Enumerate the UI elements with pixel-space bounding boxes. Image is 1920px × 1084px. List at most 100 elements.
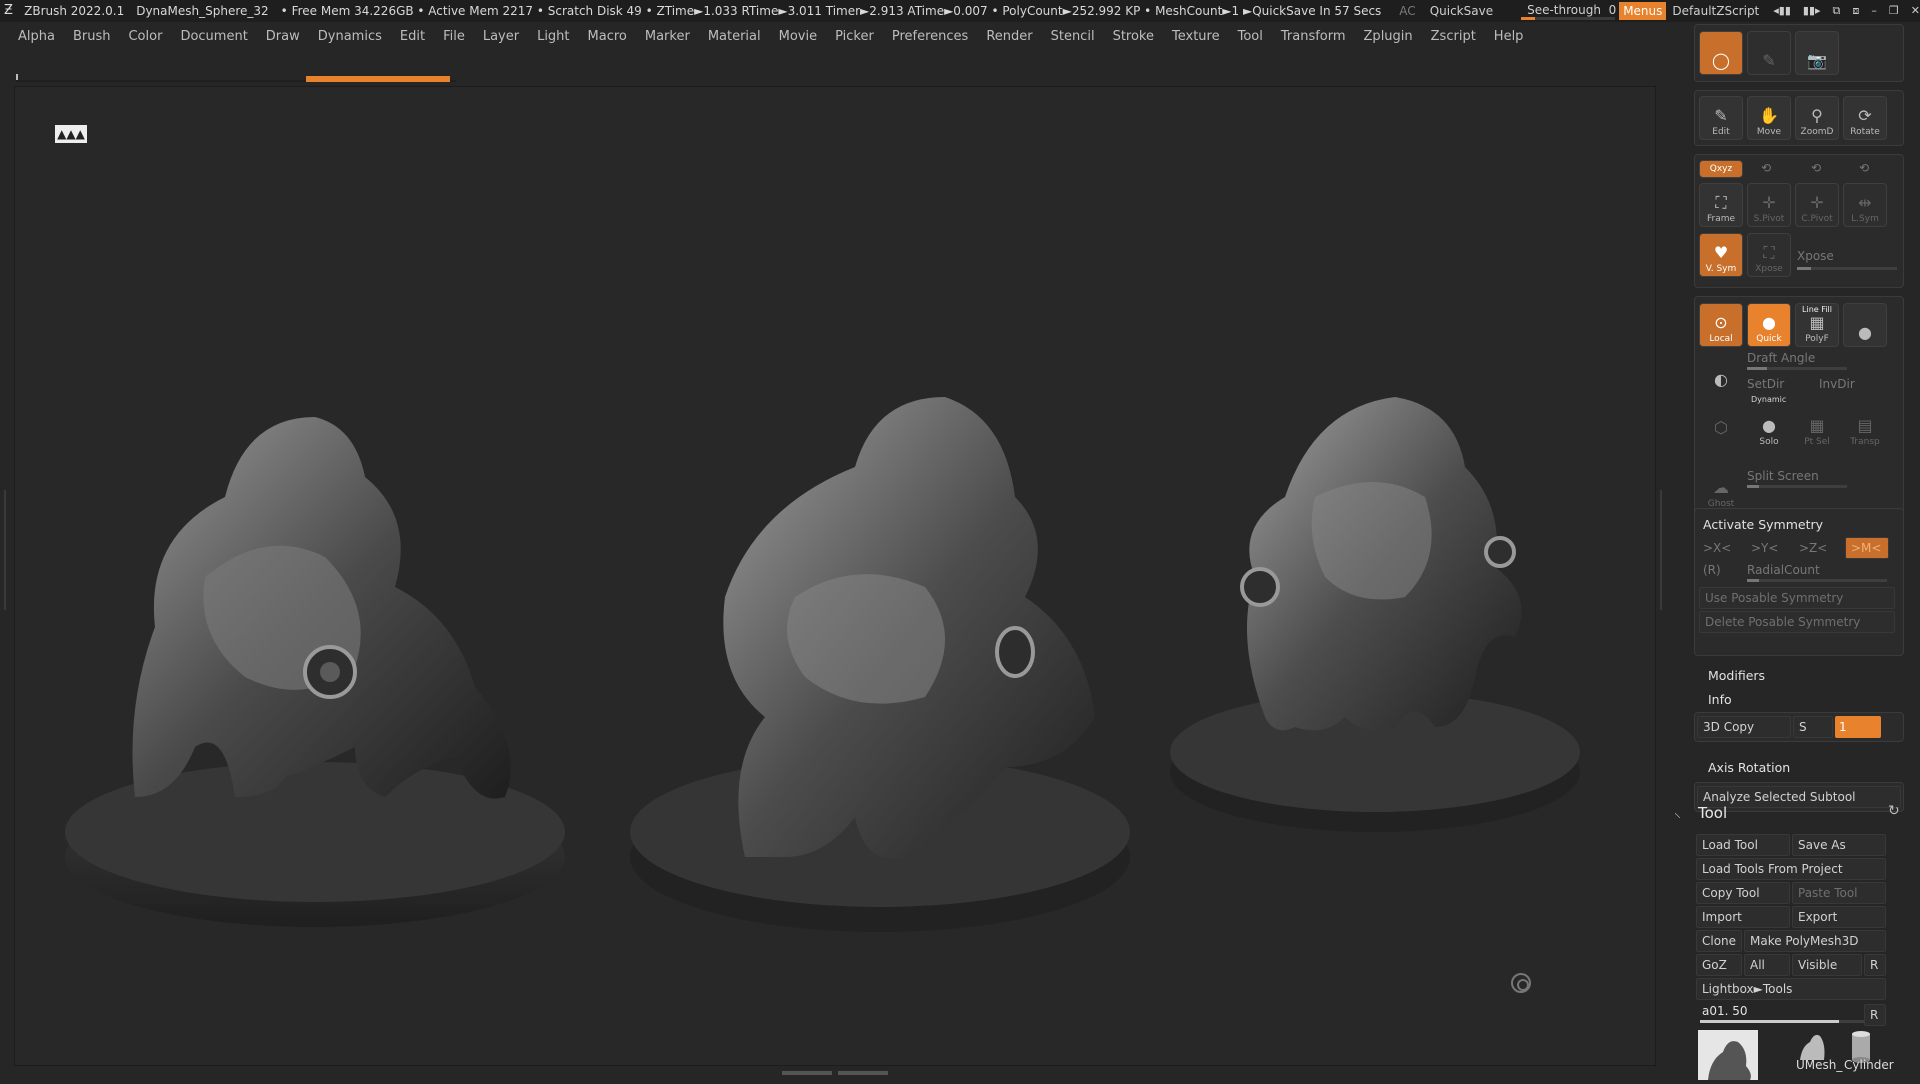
paste-tool-button[interactable]: Paste Tool (1792, 882, 1886, 904)
snapshot-button[interactable]: 📷 (1795, 31, 1839, 75)
menu-color[interactable]: Color (119, 29, 171, 44)
split-screen-slider[interactable] (1747, 485, 1847, 488)
menu-layer[interactable]: Layer (474, 29, 528, 44)
menu-transform[interactable]: Transform (1272, 29, 1355, 44)
canvas-viewport[interactable]: ▲▲▲ (14, 86, 1656, 1066)
xpose-icon-button[interactable]: ⛶ Xpose (1747, 233, 1791, 277)
left-tray-handle[interactable] (4, 490, 10, 610)
m-axis-button[interactable]: >M< (1845, 537, 1889, 559)
right-tray-handle[interactable] (1660, 490, 1666, 610)
menu-edit[interactable]: Edit (391, 29, 434, 44)
edit-z-button[interactable]: ✎ (1747, 31, 1791, 75)
default-zscript-button[interactable]: DefaultZScript (1672, 4, 1759, 18)
y-rotate-icon[interactable]: ⟲ (1761, 161, 1771, 175)
ac-button[interactable]: AC (1399, 4, 1415, 18)
import-button[interactable]: Import (1696, 906, 1790, 928)
document-tab-strip[interactable] (16, 74, 1656, 82)
navigation-target-icon[interactable] (1511, 973, 1531, 993)
menu-brush[interactable]: Brush (64, 29, 120, 44)
ptsel-button[interactable]: ▦ Pt Sel (1795, 405, 1839, 449)
activate-symmetry-button[interactable]: Activate Symmetry (1703, 517, 1823, 532)
y-axis-button[interactable]: >Y< (1751, 541, 1778, 555)
close-icon[interactable]: ✕ (1911, 4, 1920, 18)
minimize-icon[interactable]: – (1871, 4, 1877, 18)
refresh-icon[interactable]: ↻ (1888, 803, 1900, 819)
menu-zscript[interactable]: Zscript (1422, 29, 1485, 44)
zoom3d-button[interactable]: ⚲ ZoomD (1795, 96, 1839, 140)
edit-button[interactable]: ✎ Edit (1699, 96, 1743, 140)
lightbox-tools-button[interactable]: Lightbox►Tools (1696, 978, 1886, 1000)
delete-posable-symmetry-button[interactable]: Delete Posable Symmetry (1699, 611, 1895, 633)
perspective-icon[interactable]: ▲▲▲ (55, 125, 87, 143)
export-button[interactable]: Export (1792, 906, 1886, 928)
copy3d-value-field[interactable]: 1 (1835, 716, 1881, 738)
load-tool-button[interactable]: Load Tool (1696, 834, 1790, 856)
goz-visible-button[interactable]: Visible (1792, 954, 1862, 976)
menu-file[interactable]: File (434, 29, 474, 44)
sculpt-model-1[interactable] (55, 327, 575, 947)
quick-button[interactable]: ● Quick (1747, 303, 1791, 347)
lsym-button[interactable]: ⇹ L.Sym (1843, 183, 1887, 227)
transp-button[interactable]: ▤ Transp (1843, 405, 1887, 449)
save-as-button[interactable]: Save As (1792, 834, 1886, 856)
tool-r-button[interactable]: R (1864, 1004, 1886, 1026)
menu-document[interactable]: Document (171, 29, 256, 44)
info-header[interactable]: Info (1708, 692, 1732, 707)
see-through-knob[interactable] (1521, 17, 1536, 20)
radial-count-slider[interactable] (1747, 579, 1887, 582)
goz-button[interactable]: GoZ (1696, 954, 1742, 976)
menu-zplugin[interactable]: Zplugin (1355, 29, 1422, 44)
vsym-button[interactable]: ♥ V. Sym (1699, 233, 1743, 277)
x-axis-button[interactable]: >X< (1703, 541, 1731, 555)
bottom-tray-handle[interactable] (770, 1068, 900, 1076)
layout-icon[interactable]: ⧉ (1833, 4, 1841, 18)
xpose-slider[interactable] (1797, 267, 1897, 270)
menu-material[interactable]: Material (699, 29, 770, 44)
see-through-slider[interactable]: See-through 0 (1521, 2, 1616, 20)
material-sphere-button[interactable]: ● (1843, 303, 1887, 347)
s-button[interactable]: S (1793, 716, 1833, 738)
cpivot-button[interactable]: ✛ C.Pivot (1795, 183, 1839, 227)
cube-button[interactable]: ⬡ (1699, 397, 1743, 441)
menu-marker[interactable]: Marker (636, 29, 699, 44)
local-button[interactable]: ⊙ Local (1699, 303, 1743, 347)
menu-help[interactable]: Help (1485, 29, 1533, 44)
menu-alpha[interactable]: Alpha (0, 29, 64, 44)
load-tools-from-project-button[interactable]: Load Tools From Project (1696, 858, 1886, 880)
layout-prev-icon[interactable]: ◂▮▮ (1773, 4, 1791, 18)
z-rotate-icon[interactable]: ⟲ (1811, 161, 1821, 175)
restore-layout-icon[interactable]: ⧈ (1852, 4, 1859, 18)
menu-dynamics[interactable]: Dynamics (309, 29, 391, 44)
menu-stroke[interactable]: Stroke (1104, 29, 1163, 44)
menu-tool[interactable]: Tool (1229, 29, 1272, 44)
make-polymesh3d-button[interactable]: Make PolyMesh3D (1744, 930, 1886, 952)
copy3d-button[interactable]: 3D Copy (1697, 716, 1791, 738)
xyz-rotate-button[interactable]: Qxyz (1699, 160, 1743, 178)
spivot-button[interactable]: ✛ S.Pivot (1747, 183, 1791, 227)
umesh-thumbnail[interactable] (1796, 1030, 1828, 1060)
goz-r-button[interactable]: R (1864, 954, 1886, 976)
free-rotate-icon[interactable]: ⟲ (1859, 161, 1869, 175)
menu-render[interactable]: Render (977, 29, 1041, 44)
solo-button[interactable]: ● Solo (1747, 405, 1791, 449)
move-button[interactable]: ✋ Move (1747, 96, 1791, 140)
menu-macro[interactable]: Macro (579, 29, 636, 44)
clone-button[interactable]: Clone (1696, 930, 1742, 952)
polyf-button[interactable]: Line Fill ▦ PolyF (1795, 303, 1839, 347)
maximize-icon[interactable]: ❐ (1889, 4, 1899, 18)
menu-light[interactable]: Light (528, 29, 578, 44)
contrast-toggle[interactable]: ◐ (1699, 349, 1743, 393)
sculpt-model-3[interactable] (1165, 297, 1605, 857)
menu-picker[interactable]: Picker (826, 29, 883, 44)
tool-slider[interactable] (1700, 1020, 1864, 1023)
radial-r-button[interactable]: (R) (1703, 563, 1721, 577)
active-tab-indicator[interactable] (306, 76, 450, 82)
draft-angle-slider[interactable] (1747, 367, 1847, 370)
frame-button[interactable]: ⛶ Frame (1699, 183, 1743, 227)
analyze-subtool-button[interactable]: Analyze Selected Subtool (1697, 786, 1901, 808)
setdir-button[interactable]: SetDir (1747, 377, 1784, 391)
modifiers-header[interactable]: Modifiers (1708, 668, 1765, 683)
tool-pin-icon[interactable]: ⸜ (1674, 803, 1681, 822)
menu-movie[interactable]: Movie (770, 29, 826, 44)
menu-preferences[interactable]: Preferences (883, 29, 977, 44)
